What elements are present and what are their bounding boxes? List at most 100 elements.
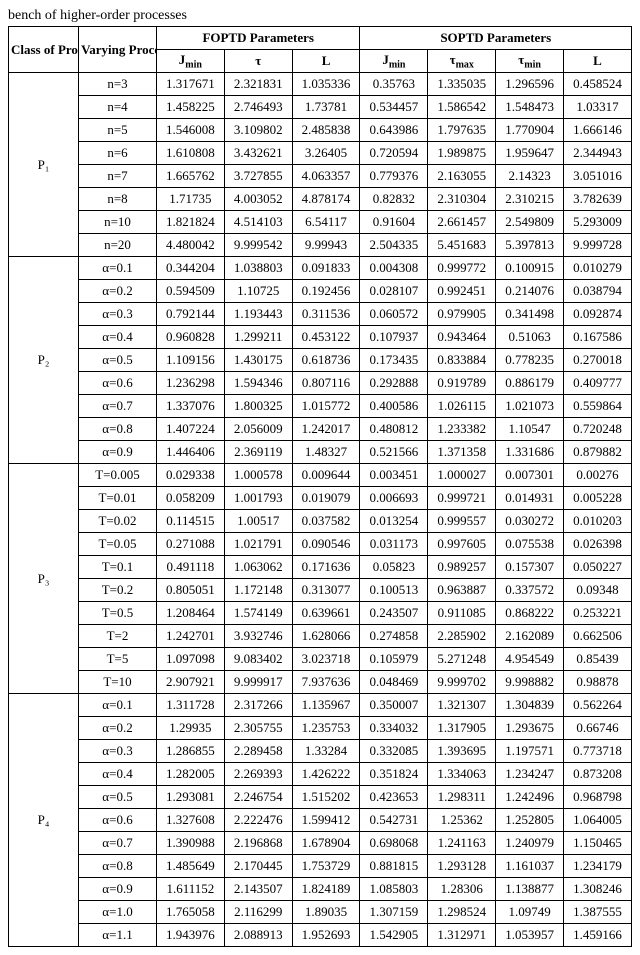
data-cell: 0.009644 bbox=[292, 464, 360, 487]
data-cell: 1.293675 bbox=[496, 717, 564, 740]
data-cell: α=0.2 bbox=[79, 717, 157, 740]
table-row: P₄α=0.11.3117282.3172661.1359670.3500071… bbox=[9, 694, 632, 717]
data-cell: α=0.1 bbox=[79, 257, 157, 280]
data-cell: 1.063062 bbox=[224, 556, 292, 579]
data-cell: 0.058209 bbox=[156, 487, 224, 510]
data-cell: 0.004308 bbox=[360, 257, 428, 280]
data-cell: 2.369119 bbox=[224, 441, 292, 464]
data-cell: 0.092874 bbox=[564, 303, 632, 326]
table-row: n=204.4800429.9995429.999432.5043355.451… bbox=[9, 234, 632, 257]
data-cell: n=8 bbox=[79, 188, 157, 211]
data-cell: 4.063357 bbox=[292, 165, 360, 188]
table-row: α=0.81.4856492.1704451.7537290.8818151.2… bbox=[9, 855, 632, 878]
data-cell: 3.26405 bbox=[292, 142, 360, 165]
data-cell: 0.05823 bbox=[360, 556, 428, 579]
data-cell: 4.003052 bbox=[224, 188, 292, 211]
data-cell: 9.999702 bbox=[428, 671, 496, 694]
data-cell: α=0.6 bbox=[79, 372, 157, 395]
data-cell: n=6 bbox=[79, 142, 157, 165]
data-cell: 0.562264 bbox=[564, 694, 632, 717]
data-cell: 0.423653 bbox=[360, 786, 428, 809]
data-cell: 0.028107 bbox=[360, 280, 428, 303]
data-cell: 1.097098 bbox=[156, 648, 224, 671]
data-cell: 2.907921 bbox=[156, 671, 224, 694]
data-cell: 0.114515 bbox=[156, 510, 224, 533]
data-cell: 1.298524 bbox=[428, 901, 496, 924]
data-cell: 2.196868 bbox=[224, 832, 292, 855]
table-row: T=0.020.1145151.005170.0375820.0132540.9… bbox=[9, 510, 632, 533]
table-row: α=0.30.7921441.1934430.3115360.0605720.9… bbox=[9, 303, 632, 326]
data-cell: 2.162089 bbox=[496, 625, 564, 648]
data-cell: 1.064005 bbox=[564, 809, 632, 832]
data-cell: 0.98878 bbox=[564, 671, 632, 694]
data-cell: 2.485838 bbox=[292, 119, 360, 142]
data-cell: 0.006693 bbox=[360, 487, 428, 510]
data-cell: 0.351824 bbox=[360, 763, 428, 786]
data-cell: 1.10725 bbox=[224, 280, 292, 303]
data-cell: 0.720594 bbox=[360, 142, 428, 165]
data-cell: α=0.7 bbox=[79, 395, 157, 418]
data-cell: 0.968798 bbox=[564, 786, 632, 809]
data-cell: 3.727855 bbox=[224, 165, 292, 188]
data-cell: 1.337076 bbox=[156, 395, 224, 418]
data-cell: T=0.05 bbox=[79, 533, 157, 556]
data-cell: 1.242701 bbox=[156, 625, 224, 648]
data-cell: 1.33284 bbox=[292, 740, 360, 763]
data-cell: 1.678904 bbox=[292, 832, 360, 855]
data-cell: 0.100915 bbox=[496, 257, 564, 280]
data-cell: 2.14323 bbox=[496, 165, 564, 188]
data-cell: 0.311536 bbox=[292, 303, 360, 326]
data-cell: 0.458524 bbox=[564, 73, 632, 96]
data-cell: 2.163055 bbox=[428, 165, 496, 188]
data-cell: 1.71735 bbox=[156, 188, 224, 211]
data-cell: 0.030272 bbox=[496, 510, 564, 533]
data-cell: 9.083402 bbox=[224, 648, 292, 671]
data-cell: 2.549809 bbox=[496, 211, 564, 234]
data-cell: 1.426222 bbox=[292, 763, 360, 786]
data-cell: 0.480812 bbox=[360, 418, 428, 441]
table-row: T=0.20.8050511.1721480.3130770.1005130.9… bbox=[9, 579, 632, 602]
data-cell: 0.879882 bbox=[564, 441, 632, 464]
data-cell: 2.170445 bbox=[224, 855, 292, 878]
data-cell: 0.007301 bbox=[496, 464, 564, 487]
data-cell: 4.514103 bbox=[224, 211, 292, 234]
table-row: n=71.6657623.7278554.0633570.7793762.163… bbox=[9, 165, 632, 188]
data-cell: 1.334063 bbox=[428, 763, 496, 786]
data-cell: 1.753729 bbox=[292, 855, 360, 878]
data-cell: α=0.3 bbox=[79, 740, 157, 763]
data-cell: 2.088913 bbox=[224, 924, 292, 947]
data-cell: 1.485649 bbox=[156, 855, 224, 878]
data-cell: 1.193443 bbox=[224, 303, 292, 326]
data-cell: 1.611152 bbox=[156, 878, 224, 901]
data-cell: 1.286855 bbox=[156, 740, 224, 763]
data-cell: 1.393695 bbox=[428, 740, 496, 763]
data-cell: 0.963887 bbox=[428, 579, 496, 602]
data-cell: 0.643986 bbox=[360, 119, 428, 142]
data-cell: 0.014931 bbox=[496, 487, 564, 510]
data-cell: n=10 bbox=[79, 211, 157, 234]
data-cell: 1.574149 bbox=[224, 602, 292, 625]
data-cell: 0.090546 bbox=[292, 533, 360, 556]
data-cell: 3.051016 bbox=[564, 165, 632, 188]
data-cell: n=5 bbox=[79, 119, 157, 142]
data-cell: 1.233382 bbox=[428, 418, 496, 441]
data-cell: 1.311728 bbox=[156, 694, 224, 717]
data-cell: 0.274858 bbox=[360, 625, 428, 648]
data-cell: 0.720248 bbox=[564, 418, 632, 441]
data-cell: 0.919789 bbox=[428, 372, 496, 395]
data-cell: 1.242496 bbox=[496, 786, 564, 809]
data-cell: 1.308246 bbox=[564, 878, 632, 901]
data-cell: 0.400586 bbox=[360, 395, 428, 418]
data-cell: 0.060572 bbox=[360, 303, 428, 326]
data-cell: 0.037582 bbox=[292, 510, 360, 533]
data-cell: 1.298311 bbox=[428, 786, 496, 809]
data-cell: 1.172148 bbox=[224, 579, 292, 602]
data-cell: 1.317905 bbox=[428, 717, 496, 740]
data-cell: 1.770904 bbox=[496, 119, 564, 142]
data-cell: 0.807116 bbox=[292, 372, 360, 395]
data-cell: 0.010203 bbox=[564, 510, 632, 533]
hdr-f-l: L bbox=[292, 50, 360, 73]
data-cell: n=7 bbox=[79, 165, 157, 188]
data-cell: α=0.9 bbox=[79, 441, 157, 464]
data-cell: 1.959647 bbox=[496, 142, 564, 165]
